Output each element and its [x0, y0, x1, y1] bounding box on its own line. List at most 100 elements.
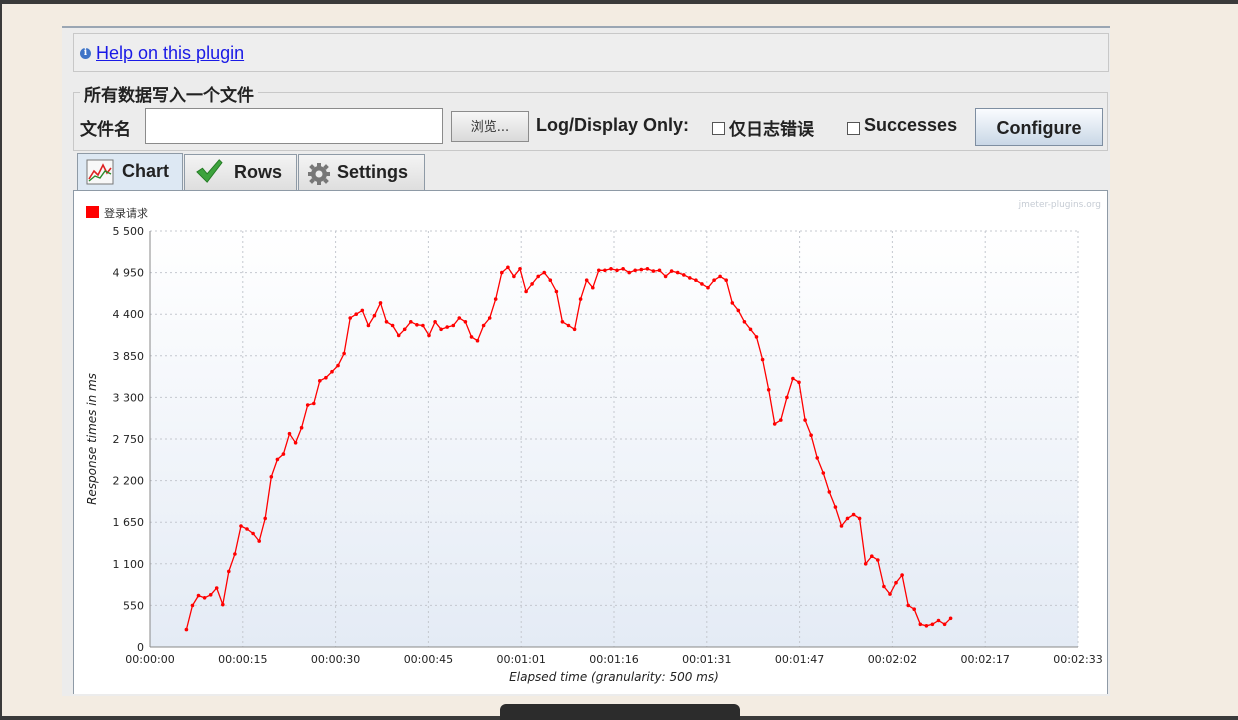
- data-point: [627, 270, 631, 275]
- data-point: [609, 267, 613, 271]
- data-point: [493, 297, 498, 301]
- y-tick-label: 4 950: [113, 267, 145, 280]
- successes-checkbox[interactable]: [847, 122, 860, 135]
- data-point: [372, 313, 377, 318]
- data-point: [912, 607, 916, 611]
- x-tick-label: 00:01:31: [682, 653, 731, 666]
- data-point: [512, 274, 516, 279]
- data-point: [439, 327, 443, 332]
- y-tick-label: 550: [123, 599, 144, 612]
- tab-settings[interactable]: Settings: [298, 154, 425, 190]
- data-point: [900, 573, 904, 577]
- data-point: [221, 602, 225, 607]
- data-point: [275, 457, 280, 462]
- x-tick-label: 00:01:16: [589, 653, 638, 666]
- data-point: [214, 586, 219, 590]
- data-point: [948, 616, 953, 621]
- data-point: [833, 505, 838, 509]
- data-point: [663, 274, 668, 279]
- data-point: [815, 456, 819, 460]
- data-point: [809, 433, 813, 437]
- data-point: [566, 323, 571, 328]
- data-point: [675, 270, 680, 275]
- data-point: [463, 320, 468, 324]
- errors-checkbox[interactable]: [712, 122, 725, 135]
- data-point: [518, 267, 522, 271]
- tab-chart-label: Chart: [122, 161, 170, 181]
- data-point: [882, 584, 886, 589]
- data-point: [366, 323, 371, 328]
- data-point: [542, 270, 546, 275]
- tab-chart[interactable]: Chart: [77, 153, 183, 191]
- x-tick-label: 00:00:45: [404, 653, 453, 666]
- data-point: [645, 267, 650, 271]
- window-top-edge: [0, 0, 1238, 4]
- data-point: [227, 569, 231, 574]
- x-tick-label: 00:01:01: [496, 653, 545, 666]
- chart-area: 0 550 1 100 1 650 2 200 2 750 3 300 3 850 4 400 4…: [73, 190, 1108, 694]
- data-point: [578, 297, 583, 301]
- data-point: [396, 333, 401, 338]
- data-point: [281, 452, 286, 456]
- data-point: [299, 425, 304, 430]
- data-point: [827, 490, 832, 494]
- data-point: [360, 308, 365, 313]
- data-point: [524, 289, 528, 294]
- data-point: [506, 265, 510, 270]
- data-point: [785, 395, 789, 400]
- data-point: [433, 320, 437, 324]
- x-tick-label: 00:02:33: [1053, 653, 1102, 666]
- tab-rows[interactable]: Rows: [184, 154, 297, 190]
- data-point: [487, 316, 492, 320]
- data-point: [857, 516, 862, 521]
- data-point: [621, 267, 625, 271]
- data-point: [342, 351, 346, 356]
- data-point: [257, 539, 261, 543]
- y-tick-label: 2 200: [113, 475, 145, 488]
- file-group-title: 所有数据写入一个文件: [80, 81, 258, 106]
- data-point: [190, 603, 195, 608]
- data-point: [688, 276, 692, 280]
- y-tick-label: 4 400: [113, 308, 145, 321]
- x-axis-label: Elapsed time (granularity: 500 ms): [509, 670, 719, 684]
- successes-label: Successes: [864, 115, 958, 135]
- x-tick-label: 00:02:02: [868, 653, 917, 666]
- info-icon: i: [80, 48, 91, 59]
- data-point: [239, 524, 243, 528]
- browse-button[interactable]: 浏览...: [451, 111, 529, 142]
- y-axis-label: Response times in ms: [85, 373, 99, 505]
- y-tick-label: 1 100: [113, 558, 145, 571]
- data-point: [615, 268, 619, 273]
- data-point: [724, 278, 728, 282]
- data-point: [930, 622, 935, 627]
- data-point: [906, 603, 910, 608]
- data-point: [390, 323, 395, 328]
- data-point: [821, 471, 826, 475]
- data-point: [330, 369, 334, 374]
- data-point: [603, 268, 607, 273]
- data-point: [481, 323, 486, 328]
- y-tick-label: 2 750: [113, 433, 145, 446]
- data-point: [305, 403, 310, 407]
- data-point: [712, 278, 716, 282]
- data-point: [378, 301, 383, 305]
- configure-button[interactable]: Configure: [975, 108, 1103, 146]
- data-point: [894, 580, 898, 585]
- data-point: [402, 327, 407, 332]
- help-link[interactable]: Help on this plugin: [96, 43, 244, 64]
- data-point: [876, 558, 880, 562]
- data-point: [706, 285, 710, 290]
- data-point: [560, 320, 565, 324]
- x-tick-label: 00:02:17: [960, 653, 1009, 666]
- data-point: [245, 527, 249, 531]
- data-point: [409, 320, 413, 324]
- data-point: [469, 335, 474, 339]
- data-point: [791, 376, 795, 381]
- legend-label: 登录请求: [104, 206, 148, 220]
- data-point: [766, 388, 771, 392]
- filename-input[interactable]: [145, 108, 443, 144]
- data-point: [293, 441, 298, 445]
- tab-settings-label: Settings: [337, 162, 409, 182]
- data-point: [251, 531, 255, 536]
- data-point: [184, 627, 189, 632]
